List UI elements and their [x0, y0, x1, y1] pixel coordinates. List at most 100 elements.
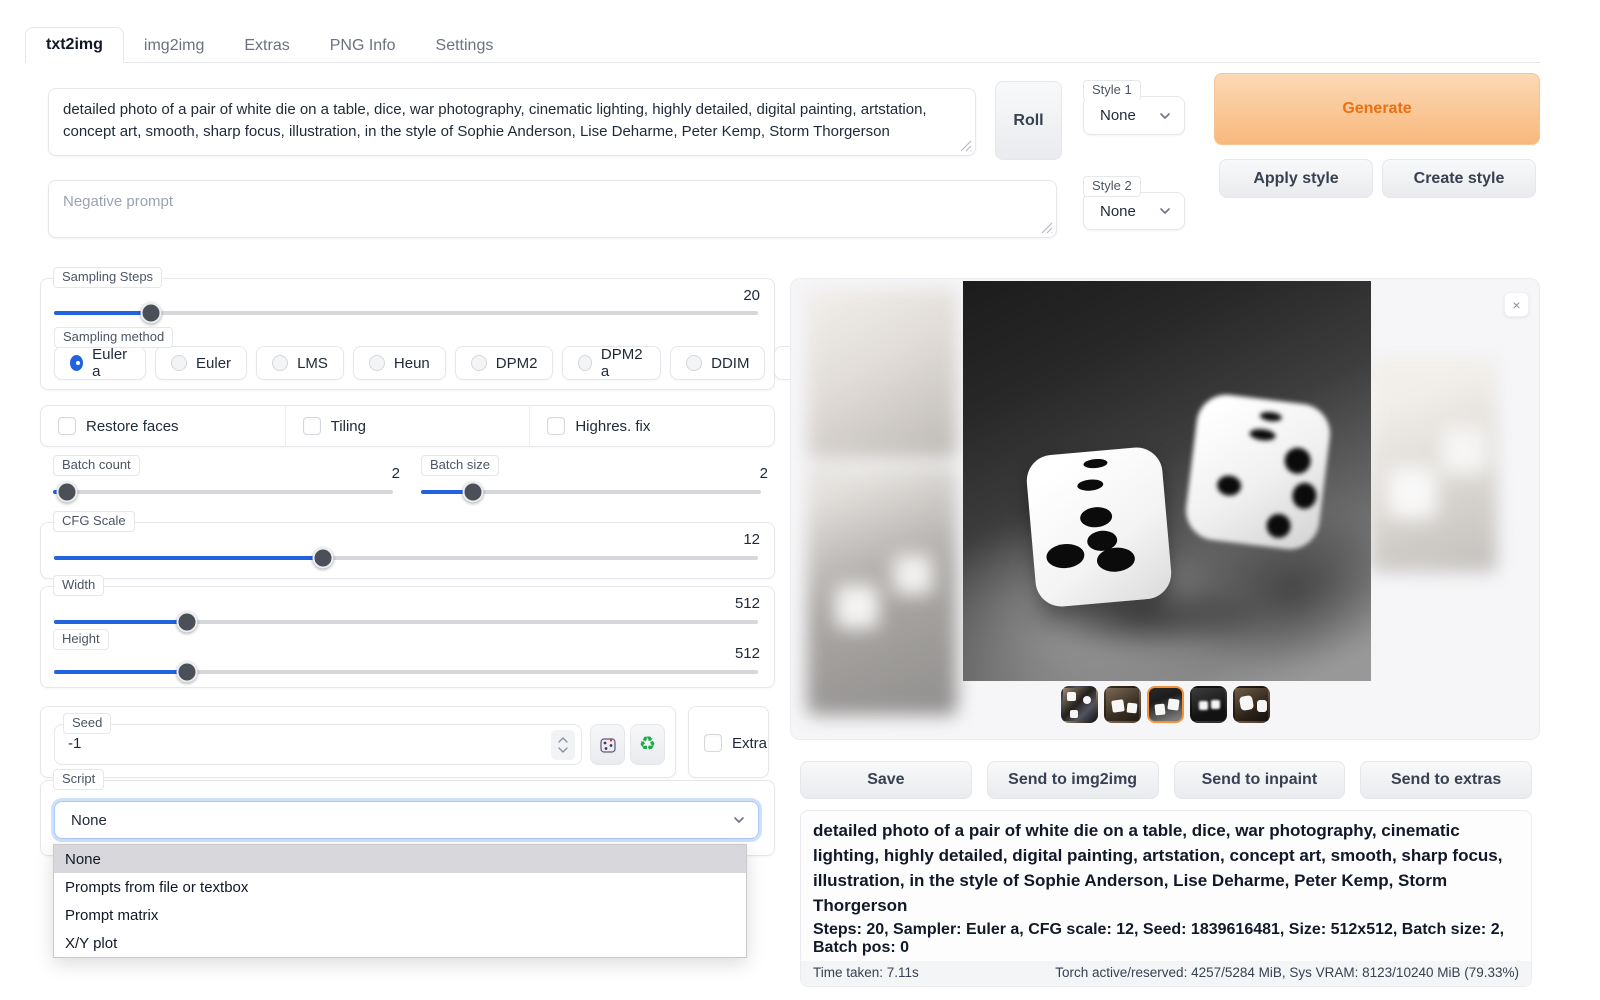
sampling-method-label: Sampling method — [54, 327, 173, 348]
gallery-thumbnails — [791, 686, 1539, 723]
script-label: Script — [53, 769, 104, 790]
checkbox-icon — [303, 417, 321, 435]
tab-bar: txt2img img2img Extras PNG Info Settings — [25, 28, 1540, 63]
highres-fix-checkbox[interactable]: Highres. fix — [530, 417, 774, 435]
tab-settings[interactable]: Settings — [416, 29, 514, 63]
negative-prompt-placeholder: Negative prompt — [63, 193, 173, 210]
seed-group: Seed -1 ♻ — [40, 706, 676, 778]
script-option-prompt-matrix[interactable]: Prompt matrix — [54, 901, 746, 929]
send-to-img2img-button[interactable]: Send to img2img — [987, 761, 1159, 799]
generated-image[interactable] — [963, 281, 1371, 681]
batch-count-slider[interactable] — [53, 481, 393, 503]
script-value: None — [71, 812, 107, 829]
tab-img2img[interactable]: img2img — [124, 29, 224, 63]
width-value: 512 — [735, 595, 760, 612]
create-style-button[interactable]: Create style — [1382, 159, 1536, 198]
sampler-option-euler[interactable]: Euler — [155, 346, 247, 380]
sampler-option-dpm2-a[interactable]: DPM2 a — [562, 346, 661, 380]
die-right — [1183, 391, 1334, 552]
tiling-checkbox[interactable]: Tiling — [286, 417, 530, 435]
dice-icon — [599, 736, 617, 754]
batch-count-value: 2 — [360, 465, 400, 482]
script-option-prompts-from-file[interactable]: Prompts from file or textbox — [54, 873, 746, 901]
slider-thumb[interactable] — [141, 303, 162, 324]
batch-size-label: Batch size — [421, 455, 499, 476]
chevron-down-icon — [732, 813, 746, 827]
gallery-thumbnail-3-selected[interactable] — [1147, 686, 1184, 723]
apply-style-button[interactable]: Apply style — [1219, 159, 1373, 198]
style2-label: Style 2 — [1083, 176, 1141, 197]
dimensions-group: Width 512 Height 512 — [40, 586, 775, 688]
sampler-option-ddim[interactable]: DDIM — [670, 346, 765, 380]
negative-prompt-input[interactable]: Negative prompt — [48, 180, 1057, 238]
height-value: 512 — [735, 645, 760, 662]
random-seed-button[interactable] — [590, 724, 625, 765]
sampler-option-euler-a[interactable]: Euler a — [54, 346, 146, 380]
prompt-text: detailed photo of a pair of white die on… — [63, 101, 927, 140]
sampler-option-heun[interactable]: Heun — [353, 346, 446, 380]
script-option-xy-plot[interactable]: X/Y plot — [54, 929, 746, 957]
slider-thumb[interactable] — [56, 482, 77, 503]
generation-info-params: Steps: 20, Sampler: Euler a, CFG scale: … — [813, 921, 1519, 957]
slider-thumb[interactable] — [463, 482, 484, 503]
save-button[interactable]: Save — [800, 761, 972, 799]
style2-select[interactable]: None — [1083, 192, 1185, 230]
gallery-thumbnail-2[interactable] — [1104, 686, 1141, 723]
prompt-input[interactable]: detailed photo of a pair of white die on… — [48, 88, 976, 156]
style1-select[interactable]: None — [1083, 96, 1185, 135]
checkbox-icon — [58, 417, 76, 435]
gallery-ghost-image — [1369, 357, 1497, 572]
slider-thumb[interactable] — [177, 662, 198, 683]
width-slider[interactable] — [54, 611, 758, 633]
extra-checkbox[interactable]: Extra — [704, 734, 767, 752]
slider-thumb[interactable] — [177, 612, 198, 633]
script-select[interactable]: None — [54, 801, 759, 839]
output-actions: Save Send to img2img Send to inpaint Sen… — [800, 761, 1532, 799]
gallery-thumbnail-1[interactable] — [1061, 686, 1098, 723]
die-left — [1025, 445, 1174, 608]
tab-png-info[interactable]: PNG Info — [310, 29, 416, 63]
gallery-ghost-image — [807, 289, 957, 459]
seed-input[interactable]: Seed -1 — [54, 724, 582, 765]
style2-field: Style 2 None — [1083, 176, 1185, 231]
gallery-panel: × — [790, 278, 1540, 740]
generate-button[interactable]: Generate — [1214, 73, 1540, 145]
sampler-option-lms[interactable]: LMS — [256, 346, 344, 380]
height-slider[interactable] — [54, 661, 758, 683]
script-dropdown-menu: None Prompts from file or textbox Prompt… — [53, 844, 747, 958]
cfg-group: CFG Scale 12 — [40, 522, 775, 579]
cfg-label: CFG Scale — [53, 511, 135, 532]
send-to-extras-button[interactable]: Send to extras — [1360, 761, 1532, 799]
seed-spinner[interactable] — [551, 730, 575, 760]
resize-handle-icon[interactable] — [960, 140, 972, 152]
close-image-button[interactable]: × — [1504, 292, 1529, 317]
cfg-slider[interactable] — [54, 547, 758, 569]
toggles-group: Restore faces Tiling Highres. fix — [40, 405, 775, 447]
style1-label: Style 1 — [1083, 80, 1141, 101]
radio-icon — [471, 355, 487, 371]
batch-size-value: 2 — [728, 465, 768, 482]
script-option-none[interactable]: None — [54, 845, 746, 873]
gallery-thumbnail-4[interactable] — [1190, 686, 1227, 723]
batch-size-slider[interactable] — [421, 481, 761, 503]
radio-icon — [578, 355, 591, 371]
batch-row: Batch count 2 Batch size 2 — [40, 455, 775, 513]
sampling-method-options: Euler a Euler LMS Heun DPM2 DPM2 a DDIM … — [54, 346, 872, 380]
width-label: Width — [53, 575, 104, 596]
reuse-seed-button[interactable]: ♻ — [630, 724, 665, 765]
tab-extras[interactable]: Extras — [224, 29, 309, 63]
restore-faces-checkbox[interactable]: Restore faces — [41, 417, 285, 435]
radio-icon — [171, 355, 187, 371]
roll-button[interactable]: Roll — [995, 81, 1062, 160]
resize-handle-icon[interactable] — [1041, 222, 1053, 234]
sampling-steps-slider[interactable] — [54, 302, 758, 324]
tab-txt2img[interactable]: txt2img — [25, 27, 124, 63]
send-to-inpaint-button[interactable]: Send to inpaint — [1174, 761, 1346, 799]
gallery-thumbnail-5[interactable] — [1233, 686, 1270, 723]
slider-thumb[interactable] — [312, 548, 333, 569]
seed-label: Seed — [63, 713, 111, 734]
sampler-option-dpm2[interactable]: DPM2 — [455, 346, 554, 380]
gallery-ghost-image — [807, 465, 957, 715]
extra-seed-group: Extra — [688, 706, 769, 778]
style1-field: Style 1 None — [1083, 80, 1185, 135]
